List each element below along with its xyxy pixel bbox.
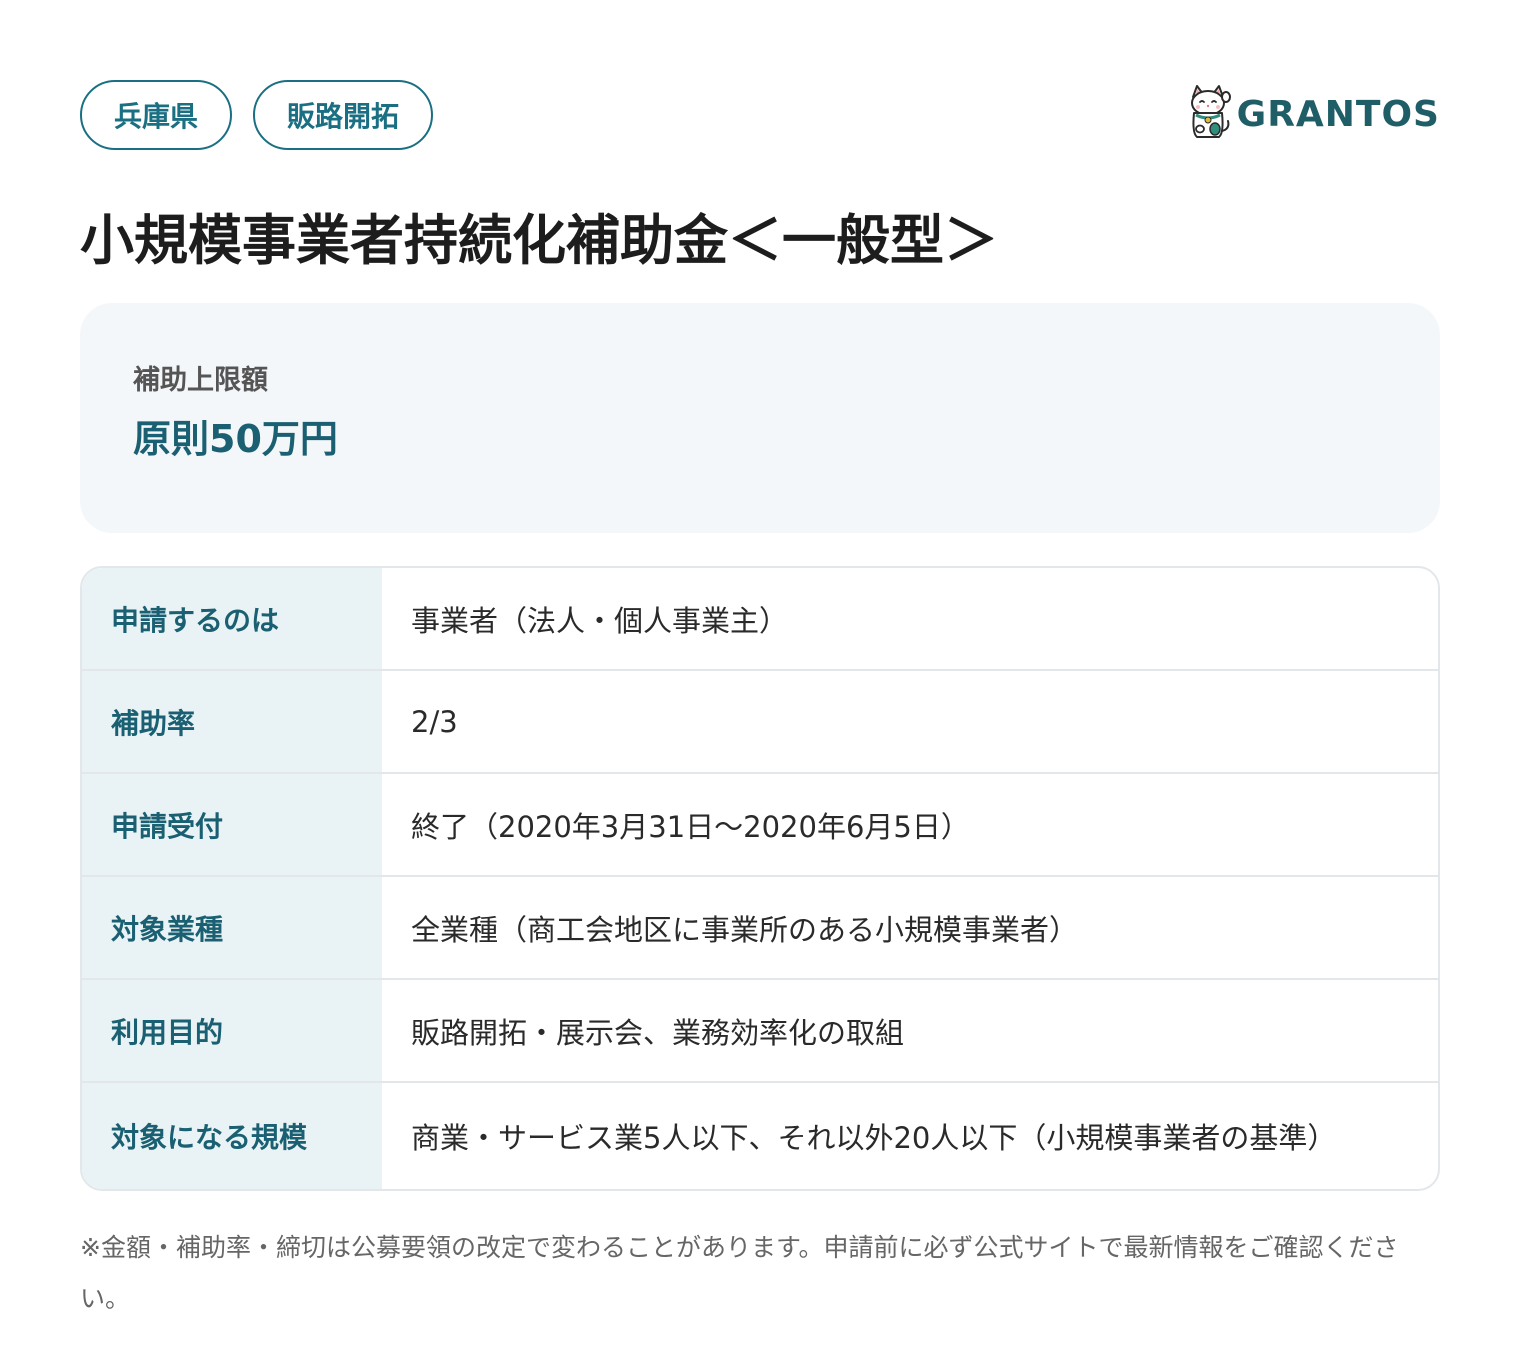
row-label: 申請受付 (82, 774, 382, 875)
table-row: 対象になる規模 商業・サービス業5人以下、それ以外20人以下（小規模事業者の基準… (82, 1083, 1438, 1189)
subsidy-limit-card: 補助上限額 原則50万円 (80, 303, 1440, 533)
header-row: 兵庫県 販路開拓 GRANTOS (80, 80, 1440, 150)
row-value: 終了（2020年3月31日〜2020年6月5日） (411, 809, 970, 844)
row-value: 販路開拓・展示会、業務効率化の取組 (411, 1015, 905, 1050)
maneki-neko-cat-icon (1185, 83, 1231, 145)
table-row: 利用目的 販路開拓・展示会、業務効率化の取組 (82, 980, 1438, 1083)
row-value: 事業者（法人・個人事業主） (411, 603, 789, 638)
row-value: 商業・サービス業5人以下、それ以外20人以下（小規模事業者の基準） (411, 1121, 1337, 1155)
table-row: 申請するのは 事業者（法人・個人事業主） (82, 568, 1438, 671)
row-label: 補助率 (82, 671, 382, 772)
disclaimer-note: ※金額・補助率・締切は公募要領の改定で変わることがあります。申請前に必ず公式サイ… (80, 1233, 1399, 1313)
row-label: 利用目的 (82, 980, 382, 1081)
limit-label: 補助上限額 (133, 365, 268, 396)
logo-text: GRANTOS (1236, 93, 1440, 135)
grantos-logo[interactable]: GRANTOS (1185, 83, 1440, 145)
row-label: 申請するのは (82, 568, 382, 669)
limit-value: 原則50万円 (133, 417, 338, 461)
row-value: 全業種（商工会地区に事業所のある小規模事業者） (411, 912, 1079, 947)
subsidy-info-table: 申請するのは 事業者（法人・個人事業主） 補助率 2/3 申請受付 終了（202… (80, 566, 1440, 1191)
table-row: 申請受付 終了（2020年3月31日〜2020年6月5日） (82, 774, 1438, 877)
tag-prefecture[interactable]: 兵庫県 (80, 80, 233, 150)
tag-list: 兵庫県 販路開拓 (80, 80, 434, 150)
table-row: 補助率 2/3 (82, 671, 1438, 774)
row-label: 対象業種 (82, 877, 382, 978)
row-label: 対象になる規模 (82, 1083, 382, 1189)
subsidy-summary-page: 兵庫県 販路開拓 GRANTOS 小規模事業者持続化補助金＜一般型＞ 補助上限額… (0, 0, 1520, 1348)
table-row: 対象業種 全業種（商工会地区に事業所のある小規模事業者） (82, 877, 1438, 980)
row-value: 2/3 (411, 704, 458, 739)
page-title: 小規模事業者持続化補助金＜一般型＞ (80, 209, 998, 272)
tag-category[interactable]: 販路開拓 (253, 80, 434, 150)
